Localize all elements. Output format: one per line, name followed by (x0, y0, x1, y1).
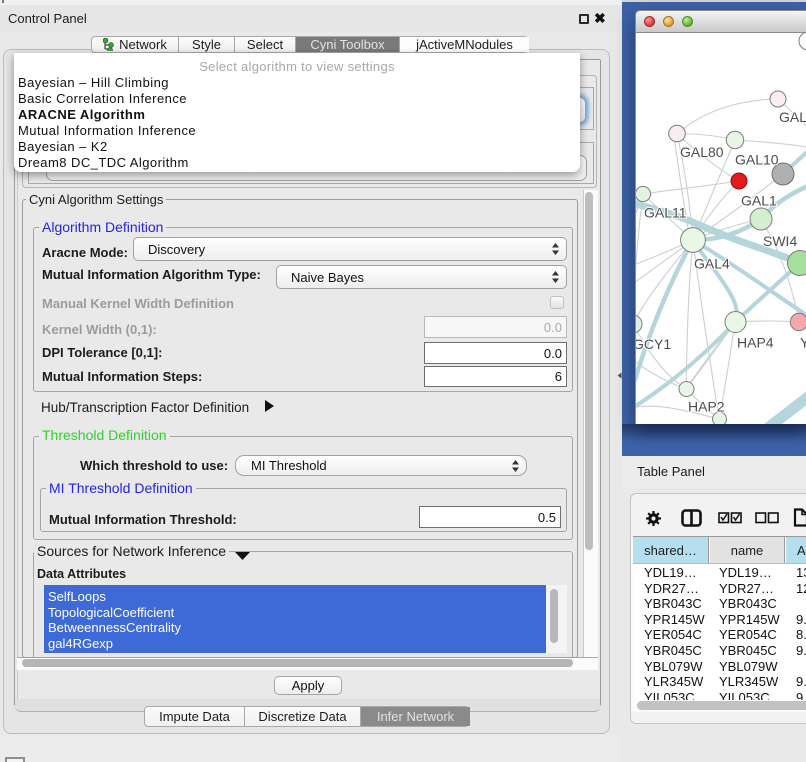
svg-text:GAL10: GAL10 (735, 152, 779, 168)
svg-text:HAP2: HAP2 (688, 399, 725, 415)
svg-text:HAP4: HAP4 (737, 335, 774, 351)
svg-text:GAL80: GAL80 (680, 144, 724, 160)
svg-text:GAL11: GAL11 (644, 205, 687, 221)
svg-text:GAL7: GAL7 (779, 109, 806, 125)
svg-text:GCY1: GCY1 (636, 336, 671, 352)
svg-text:GAL1: GAL1 (741, 193, 777, 209)
svg-text:GAL4: GAL4 (694, 256, 730, 272)
svg-text:YB: YB (800, 335, 806, 351)
svg-text:SWI4: SWI4 (763, 233, 797, 249)
